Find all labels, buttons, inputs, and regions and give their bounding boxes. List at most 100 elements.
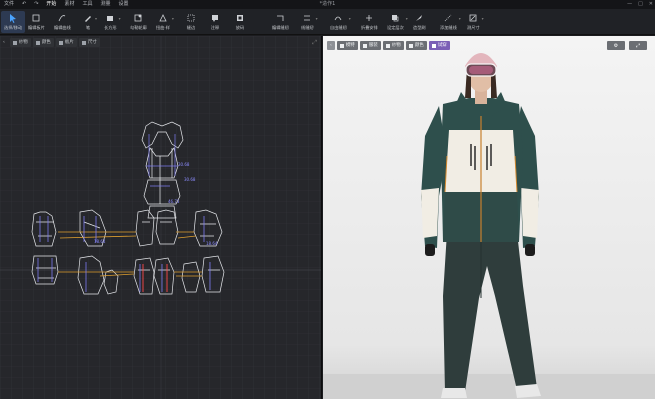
avatar-icon [339,43,344,48]
toolbar: 选择/移动 编辑板片 编辑曲线 笔 ▾ 长方形 ▾ 勾勒轮廓 扭曲·样 ▾ 缝边… [0,9,655,35]
tool-label: 笔 [85,25,91,30]
tab-label: 模特 [345,43,355,48]
ruler-icon [81,40,86,45]
tab-label: 试穿 [437,43,447,48]
right-tab-fitting[interactable]: 试穿 [428,41,450,50]
tool-select-move[interactable]: 选择/移动 [1,11,26,33]
tool-label: 选择/移动 [4,25,23,30]
maximize-button[interactable]: □ [638,0,643,9]
undo-icon[interactable]: ↶ [18,0,30,9]
right-tab-avatar[interactable]: 模特 [336,41,358,50]
minimize-button[interactable]: — [627,0,632,9]
right-tab-garment[interactable]: 服装 [359,41,381,50]
tool-shape-brush[interactable]: 造型刷 [413,11,426,33]
fold-arrangement-icon [364,13,374,23]
edit-sewing-icon [275,13,285,23]
tool-edit-pattern[interactable]: 编辑板片 [28,11,45,33]
tab-label: 纱物 [18,40,28,45]
menu-tools[interactable]: 工具 [78,0,96,9]
menu-material[interactable]: 素材 [60,0,78,9]
expand-icon[interactable]: ⤢ [312,39,317,47]
redo-icon[interactable]: ↷ [30,0,42,9]
fabric-icon [12,40,17,45]
expand-icon[interactable]: ⤢ [629,41,647,50]
tool-add-stitch[interactable]: 添加缝线 ▾ [440,11,461,33]
tab-label: 颜色 [41,40,51,45]
chevron-down-icon[interactable]: ▾ [459,16,461,21]
chevron-down-icon[interactable]: ▾ [316,16,318,21]
tool-label: 勾勒轮廓 [130,25,147,30]
rectangle-icon [105,13,115,23]
tool-edit-sewing[interactable]: 编辑缝纫 [272,11,289,33]
menu-start[interactable]: 开始 [42,0,60,9]
tool-measure[interactable]: 测尺寸 ▾ [467,11,484,33]
chevron-down-icon[interactable]: ▾ [172,16,174,21]
edit-pattern-icon [31,13,41,23]
fabric-icon [385,43,390,48]
left-tab-size[interactable]: 尺寸 [78,38,100,47]
right-tab-color[interactable]: 颜色 [405,41,427,50]
pattern-2d-window[interactable]: 30.68 30.68 46.73 18.64 18.64 ‹ 纱物 颜色 板片… [0,36,322,399]
chevron-down-icon[interactable]: ▾ [95,16,97,21]
tool-fold-arrangement[interactable]: 折叠安排 [361,11,378,33]
pen-icon [83,13,93,23]
color-icon [408,43,413,48]
tool-label: 编辑曲线 [54,25,71,30]
tool-label: 设定层次 [387,25,404,30]
right-tab-fabric[interactable]: 纱物 [382,41,404,50]
tool-label: 编辑板片 [28,25,45,30]
tab-label: 颜色 [414,43,424,48]
left-tab-fabric[interactable]: 纱物 [9,38,31,47]
tool-edit-curve[interactable]: 编辑曲线 [54,11,71,33]
shape-brush-icon [414,13,424,23]
close-button[interactable]: ✕ [649,0,653,9]
tool-pen[interactable]: 笔 ▾ [83,11,97,33]
layer-icon [390,13,400,23]
chevron-down-icon[interactable]: ▾ [482,16,484,21]
left-tab-pattern[interactable]: 板片 [55,38,77,47]
pattern-canvas[interactable]: 30.68 30.68 46.73 18.64 18.64 [0,36,322,399]
svg-text:30.68: 30.68 [184,177,196,182]
svg-text:30.68: 30.68 [178,162,190,167]
chevron-down-icon[interactable]: ▾ [406,16,408,21]
tool-grading[interactable]: 放码 [235,11,245,33]
tool-annotation[interactable]: 注释 [210,11,220,33]
tool-label: 编辑缝纫 [272,25,289,30]
menu-measure[interactable]: 测量 [96,0,114,9]
tool-set-layer[interactable]: 设定层次 ▾ [387,11,408,33]
fitting-icon [431,43,436,48]
menu-bar: 文件 ↶ ↷ 开始 素材 工具 测量 设置 *造作1 — □ ✕ [0,0,655,9]
left-tab-color[interactable]: 颜色 [32,38,54,47]
menu-file[interactable]: 文件 [0,0,18,9]
chevron-down-icon[interactable]: ▾ [119,16,121,21]
tool-label: 扭曲·样 [156,25,170,30]
grading-icon [235,13,245,23]
svg-text:18.64: 18.64 [206,241,218,246]
seam-allowance-icon [186,13,196,23]
trace-outline-icon [133,13,143,23]
tool-trace-outline[interactable]: 勾勒轮廓 [130,11,147,33]
tab-label: 服装 [368,43,378,48]
menu-settings[interactable]: 设置 [114,0,132,9]
pattern-icon [58,40,63,45]
pointer-icon [8,13,18,23]
tool-label: 注释 [210,25,220,30]
tab-label: 板片 [64,40,74,45]
tool-transform[interactable]: 扭曲·样 ▾ [156,11,174,33]
viewport-3d-window[interactable]: ‹ 模特 服装 纱物 颜色 试穿 ⚙ ⤢ [323,36,655,399]
tool-rectangle[interactable]: 长方形 ▾ [104,11,121,33]
right-view-tabs: ‹ 模特 服装 纱物 颜色 试穿 [327,41,450,50]
right-panel-menu-icon[interactable]: ‹ [327,41,335,50]
tool-free-sewing[interactable]: 自由缝纫 ▾ [330,11,351,33]
gear-icon[interactable]: ⚙ [607,41,625,50]
tab-label: 纱物 [391,43,401,48]
tool-seam-allowance[interactable]: 缝边 [186,11,196,33]
avatar-render[interactable] [323,36,655,399]
line-sewing-icon [302,13,312,23]
chevron-down-icon[interactable]: ▾ [349,16,351,21]
svg-text:46.73: 46.73 [168,199,180,204]
tool-line-sewing[interactable]: 线缝纫 ▾ [301,11,318,33]
garment-icon [362,43,367,48]
left-panel-menu-icon[interactable]: ‹ [0,38,8,47]
edit-curve-icon [57,13,67,23]
